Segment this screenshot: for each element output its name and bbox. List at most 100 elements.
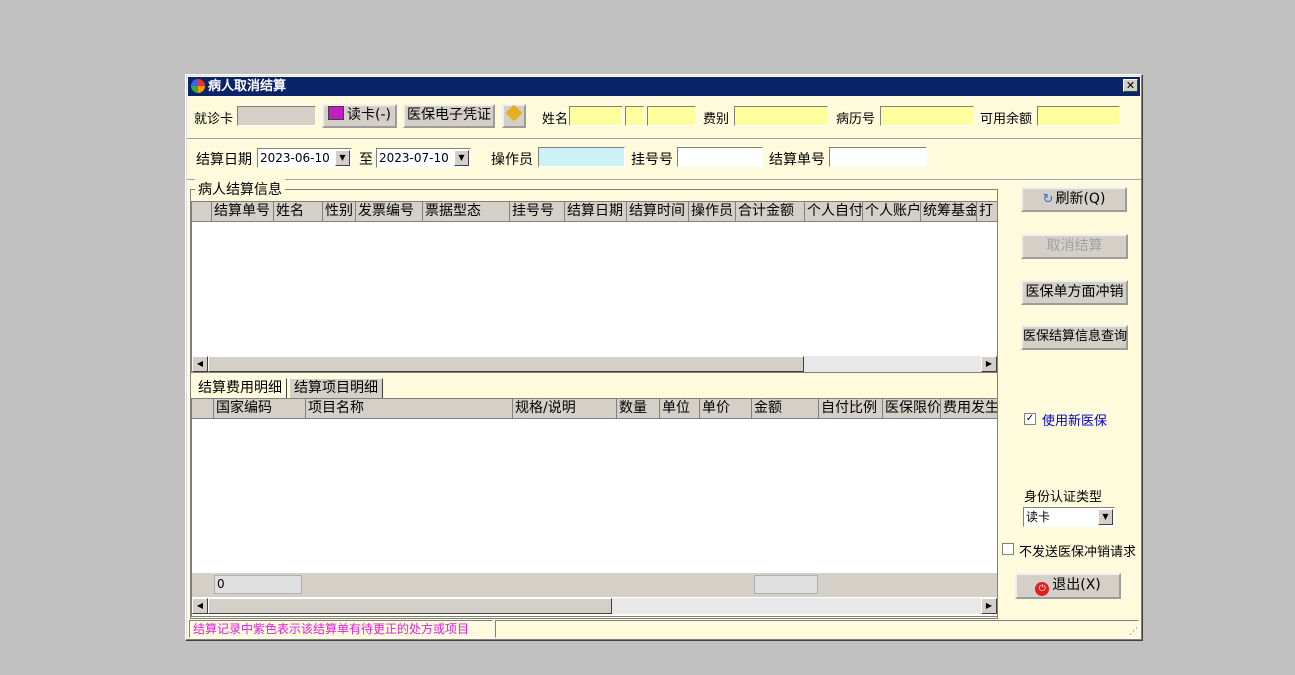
row-count: 0 (214, 575, 302, 594)
divider (187, 138, 1141, 140)
fee-detail-grid[interactable]: 国家编码 项目名称 规格/说明 数量 单位 单价 金额 自付比例 医保限价 费用… (191, 398, 998, 617)
column-header[interactable]: 票据型态 (423, 202, 510, 221)
fee-type-label: 费别 (703, 112, 730, 127)
column-header[interactable]: 项目名称 (306, 399, 513, 418)
column-header[interactable]: 费用发生 (941, 399, 997, 418)
to-label: 至 (359, 152, 373, 168)
column-header[interactable]: 个人自付 (805, 202, 863, 221)
column-header[interactable]: 个人账户 (863, 202, 921, 221)
exit-label: 退出(X) (1052, 577, 1101, 593)
chevron-down-icon[interactable]: ▼ (335, 150, 350, 166)
query-button[interactable]: 医保结算信息查询 (1021, 325, 1128, 350)
id-type-label: 身份认证类型 (1024, 490, 1103, 505)
reg-no-input[interactable] (677, 147, 763, 167)
settlement-grid[interactable]: 结算单号 姓名 性别 发票编号 票据型态 挂号号 结算日期 结算时间 操作员 合… (191, 201, 998, 373)
fee-detail-grid-header: 国家编码 项目名称 规格/说明 数量 单位 单价 金额 自付比例 医保限价 费用… (192, 399, 997, 419)
id-type-value: 读卡 (1026, 510, 1051, 524)
date-from-value: 2023-06-10 (260, 151, 330, 165)
scroll-left-icon[interactable]: ◀ (192, 356, 208, 372)
name-label: 姓名 (542, 112, 569, 127)
row-selector-header (192, 202, 212, 221)
tab-item-detail[interactable]: 结算项目明细 (289, 378, 383, 398)
title-bar[interactable]: 病人取消结算 ✕ (188, 77, 1140, 96)
settlement-grid-header: 结算单号 姓名 性别 发票编号 票据型态 挂号号 结算日期 结算时间 操作员 合… (192, 202, 997, 222)
card-reader-icon (328, 106, 344, 120)
divider (187, 179, 1141, 181)
column-header[interactable]: 性别 (323, 202, 356, 221)
exit-button[interactable]: ⏻ 退出(X) (1015, 573, 1121, 599)
date-to-value: 2023-07-10 (379, 151, 449, 165)
record-no-label: 病历号 (836, 112, 876, 127)
chevron-down-icon[interactable]: ▼ (1098, 509, 1113, 525)
column-header[interactable]: 自付比例 (819, 399, 883, 418)
app-icon (191, 79, 205, 93)
date-from-picker[interactable]: 2023-06-10 ▼ (257, 148, 352, 168)
group-title: 病人结算信息 (195, 179, 285, 199)
fee-type-input[interactable] (734, 106, 828, 126)
column-header[interactable]: 数量 (617, 399, 660, 418)
reverse-button[interactable]: 医保单方面冲销 (1021, 280, 1128, 305)
refresh-label: 刷新(Q) (1055, 191, 1106, 207)
id-type-select[interactable]: 读卡 ▼ (1023, 507, 1115, 527)
clear-button[interactable] (502, 104, 526, 128)
column-header[interactable]: 结算单号 (212, 202, 274, 221)
card-input[interactable] (237, 106, 316, 126)
ecert-button[interactable]: 医保电子凭证 (403, 104, 495, 128)
column-header[interactable]: 国家编码 (214, 399, 306, 418)
column-header[interactable]: 操作员 (689, 202, 736, 221)
refresh-icon: ↻ (1042, 192, 1054, 207)
read-card-button[interactable]: 读卡(-) (322, 104, 397, 128)
scroll-thumb[interactable] (208, 598, 612, 614)
column-header[interactable]: 金额 (752, 399, 819, 418)
column-header[interactable]: 挂号号 (510, 202, 565, 221)
row-selector-header (192, 399, 214, 418)
card-label: 就诊卡 (194, 112, 234, 127)
column-header[interactable]: 医保限价 (883, 399, 941, 418)
column-header[interactable]: 统筹基金 (921, 202, 977, 221)
column-header[interactable]: 合计金额 (736, 202, 805, 221)
column-header[interactable]: 姓名 (274, 202, 323, 221)
column-header[interactable]: 规格/说明 (513, 399, 617, 418)
refresh-button[interactable]: ↻ 刷新(Q) (1021, 187, 1127, 212)
cancel-settlement-button[interactable]: 取消结算 (1021, 234, 1128, 259)
status-message: 结算记录中紫色表示该结算单有待更正的处方或项目 (189, 620, 493, 638)
read-card-label: 读卡(-) (347, 107, 391, 123)
balance-label: 可用余额 (980, 112, 1033, 127)
age-input[interactable] (647, 106, 696, 126)
date-to-picker[interactable]: 2023-07-10 ▼ (376, 148, 471, 168)
chevron-down-icon[interactable]: ▼ (454, 150, 469, 166)
scroll-left-icon[interactable]: ◀ (192, 598, 208, 614)
name-input[interactable] (569, 106, 623, 126)
resize-grip-icon[interactable]: ⋰ (1129, 627, 1138, 637)
column-header[interactable]: 结算时间 (627, 202, 689, 221)
settle-no-label: 结算单号 (769, 152, 825, 168)
use-new-checkbox[interactable]: ✓ (1024, 413, 1036, 425)
operator-input[interactable] (538, 147, 625, 167)
power-icon: ⏻ (1035, 582, 1050, 596)
column-header[interactable]: 发票编号 (356, 202, 423, 221)
tab-fee-detail[interactable]: 结算费用明细 (193, 378, 287, 398)
close-icon[interactable]: ✕ (1123, 79, 1138, 92)
gender-input[interactable] (625, 106, 644, 126)
window-title: 病人取消结算 (208, 79, 287, 94)
balance-input[interactable] (1037, 106, 1120, 126)
operator-label: 操作员 (491, 152, 533, 168)
scroll-right-icon[interactable]: ▶ (981, 598, 997, 614)
scroll-right-icon[interactable]: ▶ (981, 356, 997, 372)
horizontal-scrollbar[interactable]: ◀ ▶ (192, 356, 997, 372)
horizontal-scrollbar[interactable]: ◀ ▶ (192, 598, 997, 614)
scroll-thumb[interactable] (208, 356, 804, 372)
amount-total (754, 575, 818, 594)
column-header[interactable]: 单位 (660, 399, 700, 418)
settle-date-label: 结算日期 (196, 152, 252, 168)
status-panel (495, 620, 1139, 638)
column-header[interactable]: 结算日期 (565, 202, 627, 221)
cancel-settlement-window: 病人取消结算 ✕ 就诊卡 读卡(-) 医保电子凭证 姓名 费别 病历号 可用余额… (185, 74, 1143, 641)
column-header[interactable]: 单价 (700, 399, 752, 418)
grid-footer: 0 (192, 573, 997, 597)
no-send-checkbox[interactable] (1002, 543, 1014, 555)
record-no-input[interactable] (880, 106, 974, 126)
settle-no-input[interactable] (829, 147, 927, 167)
column-header[interactable]: 打 (977, 202, 997, 221)
no-send-label: 不发送医保冲销请求 (1019, 545, 1137, 560)
